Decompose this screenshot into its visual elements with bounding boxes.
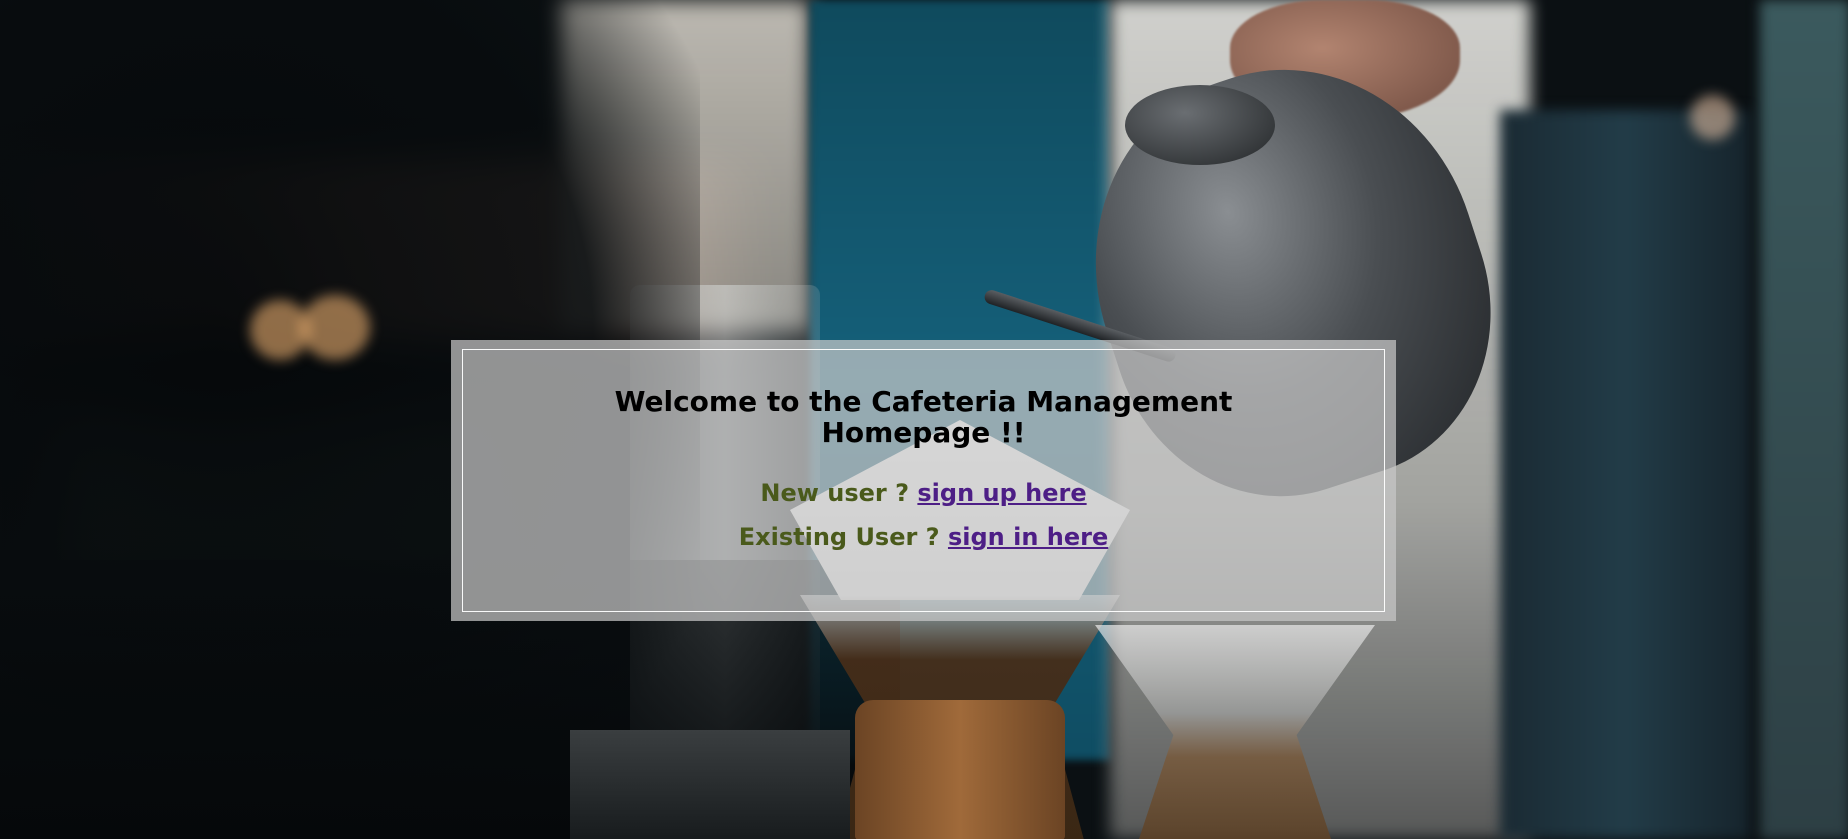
background-kettle-lid (1125, 85, 1275, 165)
background-counter (570, 730, 850, 839)
page-title-line1: Welcome to the Cafeteria Management (614, 385, 1233, 418)
page-title: Welcome to the Cafeteria Management Home… (451, 386, 1396, 448)
new-user-prompt: New user ? (760, 479, 910, 507)
background-dark-column (1500, 110, 1750, 839)
existing-user-prompt: Existing User ? (738, 523, 940, 551)
background-far-right (1760, 0, 1848, 839)
background-bokeh-light (300, 295, 370, 360)
sign-in-link[interactable]: sign in here (948, 523, 1108, 551)
welcome-panel: Welcome to the Cafeteria Management Home… (451, 340, 1396, 621)
existing-user-row: Existing User ? sign in here (451, 522, 1396, 552)
sign-up-link[interactable]: sign up here (917, 479, 1086, 507)
page-title-line2: Homepage !! (821, 416, 1026, 449)
background-chemex-collar (855, 700, 1065, 839)
new-user-row: New user ? sign up here (451, 478, 1396, 508)
background-bokeh-light (1690, 95, 1735, 140)
